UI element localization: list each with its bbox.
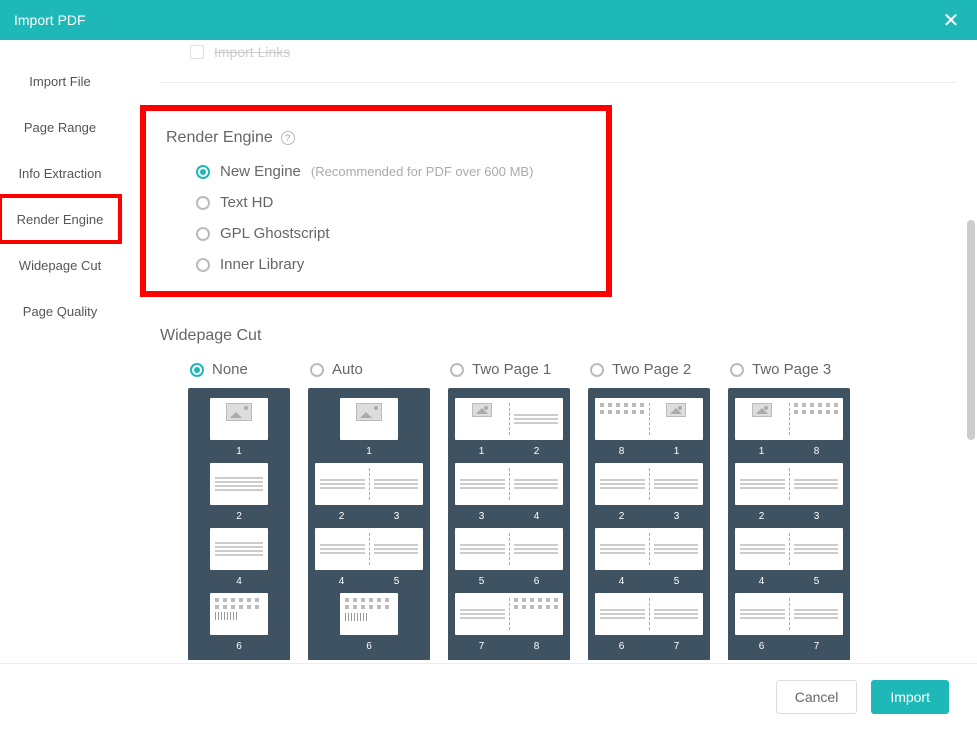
sidebar-item-page-range[interactable]: Page Range	[0, 104, 120, 150]
divider	[160, 82, 957, 83]
scrollbar[interactable]	[967, 40, 975, 661]
wp-option-auto: Auto 1 23 45 6	[308, 361, 430, 660]
render-engine-section: Render Engine ? New Engine (Recommended …	[140, 105, 612, 297]
widepage-options: None 1 2 4 6	[188, 361, 957, 660]
radio-icon	[196, 258, 210, 272]
radio-widepage-none[interactable]: None	[190, 361, 248, 378]
thumb-two-page-2: 81 23 45 67	[588, 388, 710, 660]
widepage-title: Widepage Cut	[160, 327, 957, 345]
radio-icon	[190, 363, 204, 377]
render-engine-options: New Engine (Recommended for PDF over 600…	[196, 163, 592, 273]
radio-icon	[196, 165, 210, 179]
import-links-label: Import Links	[214, 44, 290, 60]
radio-icon	[730, 363, 744, 377]
wp-option-two-page-2: Two Page 2 81 23 45 67	[588, 361, 710, 660]
radio-icon	[196, 196, 210, 210]
sidebar-item-page-quality[interactable]: Page Quality	[0, 288, 120, 334]
radio-icon	[590, 363, 604, 377]
sidebar-item-widepage-cut[interactable]: Widepage Cut	[0, 242, 120, 288]
import-links-checkbox-row[interactable]: Import Links	[190, 44, 957, 60]
content: Import Links Render Engine ? New Engine …	[120, 40, 977, 660]
sidebar-item-info-extraction[interactable]: Info Extraction	[0, 150, 120, 196]
radio-icon	[310, 363, 324, 377]
titlebar: Import PDF ✕	[0, 0, 977, 40]
thumb-none: 1 2 4 6	[188, 388, 290, 660]
help-icon[interactable]: ?	[281, 131, 295, 145]
cancel-button[interactable]: Cancel	[776, 680, 858, 714]
radio-widepage-two-page-3[interactable]: Two Page 3	[730, 361, 831, 378]
main: Import File Page Range Info Extraction R…	[0, 40, 977, 660]
radio-icon	[196, 227, 210, 241]
thumb-two-page-3: 18 23 45 67	[728, 388, 850, 660]
radio-widepage-two-page-2[interactable]: Two Page 2	[590, 361, 691, 378]
wp-option-two-page-3: Two Page 3 18 23 45 67	[728, 361, 850, 660]
sidebar: Import File Page Range Info Extraction R…	[0, 40, 120, 660]
wp-option-none: None 1 2 4 6	[188, 361, 290, 660]
footer: Cancel Import	[0, 663, 977, 729]
import-button[interactable]: Import	[871, 680, 949, 714]
radio-new-engine[interactable]: New Engine (Recommended for PDF over 600…	[196, 163, 592, 180]
radio-gpl-ghostscript[interactable]: GPL Ghostscript	[196, 225, 592, 242]
radio-inner-library[interactable]: Inner Library	[196, 256, 592, 273]
dialog-title: Import PDF	[14, 12, 86, 28]
widepage-section: Widepage Cut None 1 2 4	[160, 327, 957, 660]
wp-option-two-page-1: Two Page 1 12 34 56 78	[448, 361, 570, 660]
thumb-auto: 1 23 45 6	[308, 388, 430, 660]
close-icon[interactable]: ✕	[939, 8, 963, 32]
checkbox-icon	[190, 45, 204, 59]
radio-text-hd[interactable]: Text HD	[196, 194, 592, 211]
sidebar-item-render-engine[interactable]: Render Engine	[0, 196, 120, 242]
scrollbar-thumb[interactable]	[967, 220, 975, 440]
render-engine-title: Render Engine ?	[166, 129, 592, 147]
thumb-two-page-1: 12 34 56 78	[448, 388, 570, 660]
radio-icon	[450, 363, 464, 377]
radio-widepage-auto[interactable]: Auto	[310, 361, 363, 378]
sidebar-item-import-file[interactable]: Import File	[0, 58, 120, 104]
radio-widepage-two-page-1[interactable]: Two Page 1	[450, 361, 551, 378]
